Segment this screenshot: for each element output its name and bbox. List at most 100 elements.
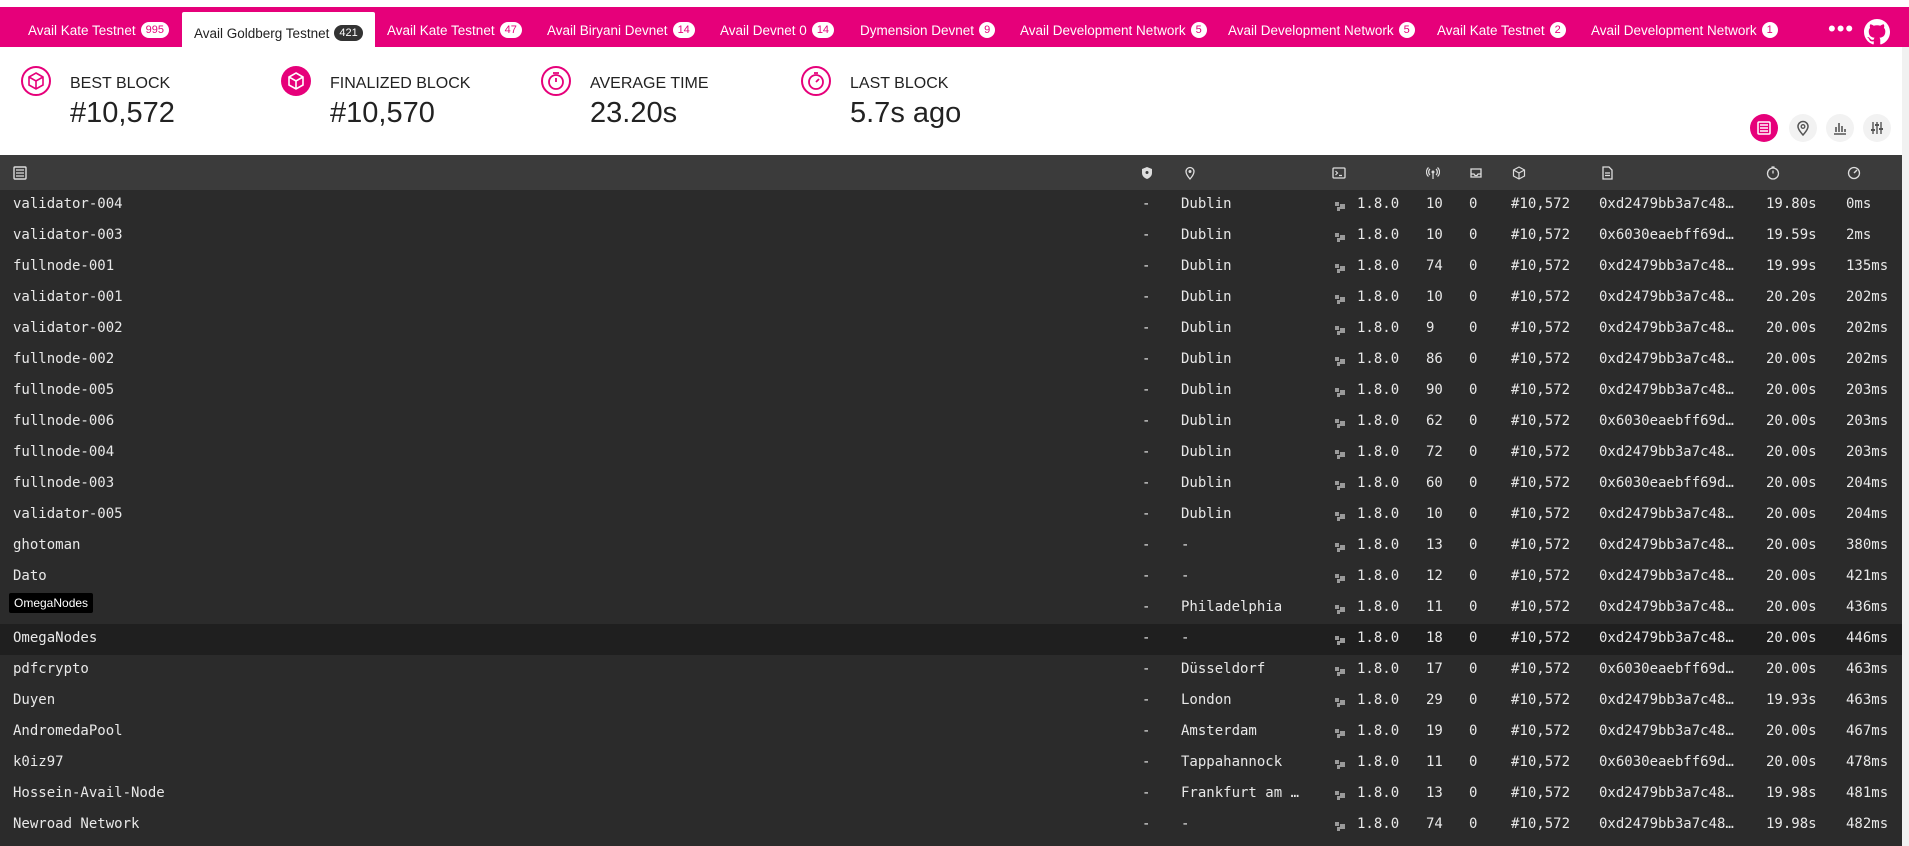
node-list-icon[interactable]: [13, 166, 27, 184]
table-row[interactable]: validator-003 - Dublin 1.8.0 10 0 #10,572 0x603…: [0, 221, 1909, 252]
network-tab-label: Avail Development Network: [1020, 22, 1186, 38]
block-hash-cell: 0x6030eaebff69d…: [1599, 661, 1734, 677]
table-row[interactable]: k0iz97 - Tappahannock 1.8.0 11 0 #10,572 0x6030…: [0, 748, 1909, 779]
node-name-tooltip: OmegaNodes: [9, 593, 94, 613]
table-row[interactable]: Newroad Network - - 1.8.0 74 0 #10,572 0xd2479b…: [0, 810, 1909, 841]
table-row[interactable]: fullnode-006 - Dublin 1.8.0 62 0 #10,572 0x6030…: [0, 407, 1909, 438]
block-hash-cell: 0xd2479bb3a7c48…: [1599, 196, 1734, 212]
txs-cell: 0: [1469, 289, 1478, 305]
block-hash-cell: 0xd2479bb3a7c48…: [1599, 351, 1734, 367]
table-row[interactable]: fullnode-005 - Dublin 1.8.0 90 0 #10,572 0xd247…: [0, 376, 1909, 407]
network-tab[interactable]: Avail Development Network 5: [1228, 13, 1415, 47]
node-name: pdfcrypto: [13, 661, 89, 677]
list-view-button[interactable]: [1750, 114, 1778, 142]
version-cell: 1.8.0: [1357, 506, 1400, 522]
table-row[interactable]: - Philadelphia 1.8.0 11 0 #10,572 0xd2479bb3a7…: [0, 593, 1909, 624]
node-implementation-icon: [1333, 199, 1347, 217]
propagation-cell: 481ms: [1846, 785, 1889, 801]
validator-shield-icon[interactable]: [1140, 166, 1154, 184]
cube-icon: [21, 66, 51, 96]
table-row[interactable]: Hossein-Avail-Node - Frankfurt am … 1.8.0 13…: [0, 779, 1909, 810]
table-row[interactable]: fullnode-003 - Dublin 1.8.0 60 0 #10,572 0x6030…: [0, 469, 1909, 500]
node-count-badge: 47: [499, 22, 522, 38]
propagation-cell: 436ms: [1846, 599, 1889, 615]
propagation-cell: 380ms: [1846, 537, 1889, 553]
network-tab[interactable]: Avail Kate Testnet 2: [1437, 13, 1566, 47]
propagation-cell: 204ms: [1846, 475, 1889, 491]
propagation-cell: 421ms: [1846, 568, 1889, 584]
node-implementation-icon: [1333, 292, 1347, 310]
txs-cell: 0: [1469, 754, 1478, 770]
table-row[interactable]: Dato - - 1.8.0 12 0 #10,572 0xd2479bb3a7c48… 20.…: [0, 562, 1909, 593]
validator-cell: -: [1142, 444, 1151, 460]
block-time-cell: 20.00s: [1766, 413, 1817, 429]
txs-cell: 0: [1469, 785, 1478, 801]
network-tab[interactable]: Avail Biryani Devnet 14: [547, 13, 695, 47]
node-implementation-icon: [1333, 788, 1347, 806]
network-tab[interactable]: Avail Kate Testnet 47: [387, 13, 522, 47]
block-time-cell: 19.59s: [1766, 227, 1817, 243]
validator-cell: -: [1142, 599, 1151, 615]
table-row[interactable]: pdfcrypto - Düsseldorf 1.8.0 17 0 #10,572 0x603…: [0, 655, 1909, 686]
node-implementation-icon: [1333, 757, 1347, 775]
block-time-cell: 20.00s: [1766, 382, 1817, 398]
table-row[interactable]: Duyen - London 1.8.0 29 0 #10,572 0xd2479bb3a7c…: [0, 686, 1909, 717]
block-hash-cell: 0xd2479bb3a7c48…: [1599, 785, 1734, 801]
map-view-button[interactable]: [1789, 114, 1817, 142]
block-cube-icon[interactable]: [1512, 166, 1526, 184]
table-row[interactable]: ghotoman - - 1.8.0 13 0 #10,572 0xd2479bb3a7c48…: [0, 531, 1909, 562]
node-implementation-icon: [1333, 385, 1347, 403]
peers-cell: 12: [1426, 568, 1443, 584]
network-tab[interactable]: Avail Development Network 5: [1020, 13, 1207, 47]
validator-cell: -: [1142, 816, 1151, 832]
more-networks-button[interactable]: •••: [1828, 16, 1854, 42]
table-row[interactable]: validator-005 - Dublin 1.8.0 10 0 #10,572 0xd24…: [0, 500, 1909, 531]
map-view-icon: [1797, 120, 1809, 136]
validator-cell: -: [1142, 723, 1151, 739]
block-hash-cell: 0xd2479bb3a7c48…: [1599, 568, 1734, 584]
table-row[interactable]: fullnode-004 - Dublin 1.8.0 72 0 #10,572 0xd247…: [0, 438, 1909, 469]
validator-cell: -: [1142, 320, 1151, 336]
table-row[interactable]: AndromedaPool - Amsterdam 1.8.0 19 0 #10,572 0x…: [0, 717, 1909, 748]
node-implementation-icon: [1333, 726, 1347, 744]
settings-button[interactable]: [1863, 114, 1891, 142]
block-time-cell: 19.98s: [1766, 816, 1817, 832]
terminal-icon[interactable]: [1332, 166, 1346, 184]
table-row[interactable]: validator-001 - Dublin 1.8.0 10 0 #10,572 0xd24…: [0, 283, 1909, 314]
stats-view-button[interactable]: [1826, 114, 1854, 142]
network-tab-label: Avail Development Network: [1228, 22, 1394, 38]
peers-cell: 10: [1426, 506, 1443, 522]
network-tab-label: Avail Biryani Devnet: [547, 22, 668, 38]
propagation-cell: 203ms: [1846, 444, 1889, 460]
location-cell: Dublin: [1181, 382, 1232, 398]
node-count-badge: 421: [334, 25, 363, 41]
network-tab[interactable]: Avail Development Network 1: [1591, 13, 1778, 47]
validator-cell: -: [1142, 289, 1151, 305]
scrollbar[interactable]: [1902, 47, 1909, 846]
network-tab[interactable]: Dymension Devnet 9: [860, 13, 996, 47]
version-cell: 1.8.0: [1357, 382, 1400, 398]
propagation-cell: 482ms: [1846, 816, 1889, 832]
block-hash-icon[interactable]: [1600, 166, 1614, 184]
network-tab[interactable]: Avail Kate Testnet 995: [28, 13, 169, 47]
github-icon[interactable]: [1864, 19, 1890, 50]
table-row[interactable]: validator-002 - Dublin 1.8.0 9 0 #10,572 0xd247…: [0, 314, 1909, 345]
table-row[interactable]: OmegaNodes - - 1.8.0 18 0 #10,572 0xd2479bb3a7c…: [0, 624, 1909, 655]
location-pin-icon[interactable]: [1183, 166, 1197, 184]
tx-inbox-icon[interactable]: [1469, 166, 1483, 184]
table-row[interactable]: fullnode-002 - Dublin 1.8.0 86 0 #10,572 0xd247…: [0, 345, 1909, 376]
location-cell: Dublin: [1181, 196, 1232, 212]
block-number-cell: #10,572: [1511, 537, 1571, 553]
version-cell: 1.8.0: [1357, 630, 1400, 646]
txs-cell: 0: [1469, 692, 1478, 708]
propagation-cell: 135ms: [1846, 258, 1889, 274]
peers-icon[interactable]: [1425, 166, 1441, 184]
table-row[interactable]: validator-004 - Dublin 1.8.0 10 0 #10,572 0xd24…: [0, 190, 1909, 221]
block-hash-cell: 0xd2479bb3a7c48…: [1599, 506, 1734, 522]
propagation-icon[interactable]: [1847, 166, 1861, 184]
table-row[interactable]: fullnode-001 - Dublin 1.8.0 74 0 #10,572 0xd247…: [0, 252, 1909, 283]
peers-cell: 10: [1426, 196, 1443, 212]
block-time-icon[interactable]: [1766, 166, 1780, 184]
network-tab[interactable]: Avail Devnet 0 14: [720, 13, 835, 47]
txs-cell: 0: [1469, 196, 1478, 212]
